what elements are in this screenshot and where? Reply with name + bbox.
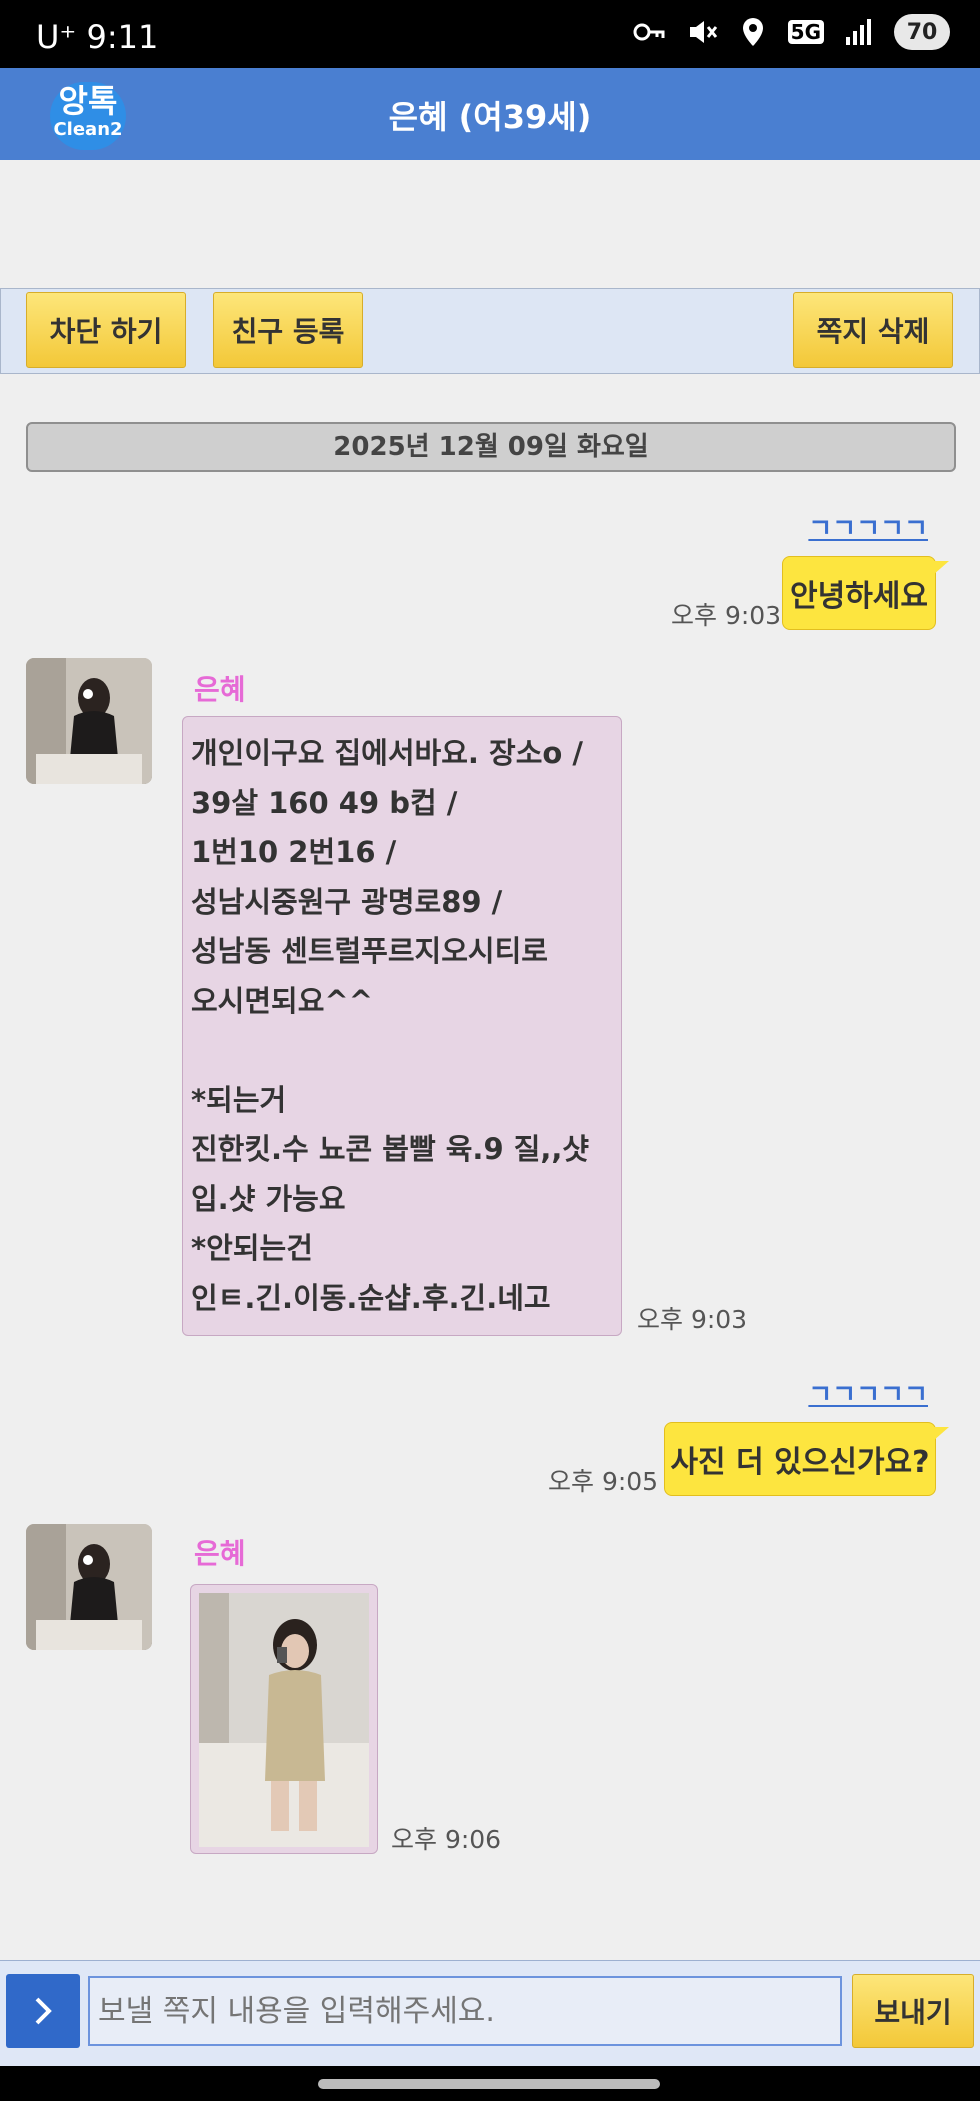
carrier-time: U⁺ 9:11 [36,18,159,56]
my-nickname-link[interactable]: ㄱㄱㄱㄱㄱ [808,508,928,545]
5g-icon: 5G [787,20,824,44]
bubble-tail [933,1427,949,1441]
location-icon [742,18,763,46]
message-time: 오후 9:06 [391,1825,502,1854]
page-title: 은혜 (여39세) [388,98,592,136]
message-line [191,1026,613,1076]
bubble-tail [933,561,949,575]
message-line: 성남동 센트럴푸르지오시티로 [191,934,548,968]
avatar-photo [26,658,152,784]
avatar-photo [26,1524,152,1650]
chevron-right-icon [35,1997,52,2025]
mute-icon [689,21,717,43]
message-time: 오후 9:05 [548,1467,659,1496]
message-line: *되는거 [191,1082,287,1117]
date-divider: 2025년 12월 09일 화요일 [26,422,956,472]
signal-icon [846,19,871,45]
message-line: *안되는건 [191,1231,313,1265]
message-line: 성남시중원구 광명로89 / [191,884,503,919]
avatar[interactable] [26,1524,152,1650]
add-friend-button[interactable]: 친구 등록 [213,292,363,368]
app-header: 앙톡 Clean2 은혜 (여39세) [0,68,980,160]
send-button[interactable]: 보내기 [852,1974,974,2048]
message-time: 오후 9:03 [637,1305,748,1334]
avatar[interactable] [26,658,152,784]
message-line: 입.샷 가능요 [191,1181,346,1216]
message-text: 안녕하세요 [790,579,928,614]
message-line: 인ㅌ.긴.이동.순샵.후.긴.네고 [191,1280,551,1315]
photo-message[interactable] [190,1584,378,1854]
outgoing-message-bubble: 안녕하세요 [782,556,949,630]
incoming-message-bubble: 개인이구요 집에서바요. 장소o / 39살 160 49 b컵 / 1번10 … [182,716,622,1336]
my-nickname-link[interactable]: ㄱㄱㄱㄱㄱ [808,1374,928,1411]
message-line: 1번10 2번16 / [191,835,397,869]
status-bar: U⁺ 9:11 5G 70 [0,0,980,68]
message-text: 사진 더 있으신가요? [670,1445,930,1480]
status-icons: 5G 70 [632,14,950,50]
message-line: 개인이구요 집에서바요. 장소o / [191,736,583,770]
expand-button[interactable] [6,1974,80,2048]
message-line: 오시면되요^^ [191,983,373,1018]
message-input[interactable] [88,1976,842,2046]
key-icon [633,23,665,41]
sender-name[interactable]: 은혜 [194,1532,246,1572]
outgoing-message-bubble: 사진 더 있으신가요? [664,1422,949,1496]
sender-name[interactable]: 은혜 [194,668,246,708]
battery-icon: 70 [894,14,950,50]
message-line: 39살 160 49 b컵 / [191,785,458,820]
home-indicator[interactable] [318,2079,660,2089]
delete-note-button[interactable]: 쪽지 삭제 [793,292,953,368]
message-line: 진한킷.수 뇨콘 봅빨 육.9 질,,샷 [191,1132,590,1166]
message-time: 오후 9:03 [671,601,782,630]
attached-photo [199,1593,369,1847]
block-button[interactable]: 차단 하기 [26,292,186,368]
